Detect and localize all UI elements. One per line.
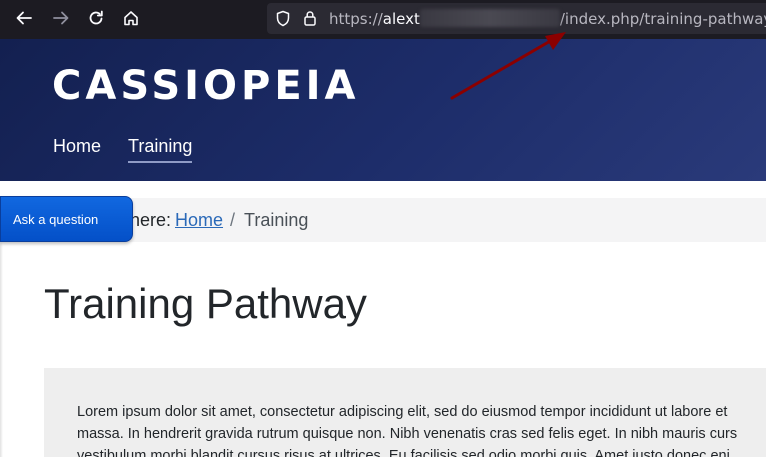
- url-path: /index.php/training-pathway: [559, 10, 766, 28]
- url-scheme: https://: [329, 10, 383, 28]
- breadcrumb-current: Training: [244, 210, 309, 230]
- content-line: massa. In hendrerit gravida rutrum quisq…: [77, 426, 738, 442]
- content-line: vestibulum morbi blandit cursus risus at…: [77, 448, 730, 457]
- reload-icon[interactable]: [84, 6, 108, 30]
- content-box: Lorem ipsum dolor sit amet, consectetur …: [44, 368, 766, 457]
- ask-question-button[interactable]: Ask a question: [0, 196, 133, 242]
- forward-arrow-icon[interactable]: [49, 6, 73, 30]
- main-menu: Home Training: [53, 136, 193, 163]
- menu-item-home[interactable]: Home: [53, 136, 101, 163]
- url-host: alext: [382, 10, 420, 28]
- browser-toolbar: https://alext/index.php/training-pathway: [0, 0, 766, 39]
- content-text: Lorem ipsum dolor sit amet, consectetur …: [77, 401, 766, 457]
- left-edge-shadow: [0, 242, 3, 457]
- breadcrumb-prefix: here:: [130, 210, 172, 230]
- url-bar[interactable]: https://alext/index.php/training-pathway: [267, 3, 766, 34]
- site-header: CASSIOPEIA Home Training: [0, 39, 766, 181]
- page-title: Training Pathway: [44, 280, 367, 327]
- lock-icon[interactable]: [303, 10, 317, 32]
- redacted-region: [419, 9, 560, 27]
- menu-item-training[interactable]: Training: [128, 136, 193, 163]
- url-text: https://alext/index.php/training-pathway: [329, 9, 766, 28]
- breadcrumb-separator: /: [230, 210, 236, 230]
- home-icon[interactable]: [119, 6, 143, 30]
- back-arrow-icon[interactable]: [12, 6, 36, 30]
- shield-icon[interactable]: [275, 10, 291, 32]
- content-line: Lorem ipsum dolor sit amet, consectetur …: [77, 404, 728, 420]
- breadcrumb-home-link[interactable]: Home: [175, 210, 223, 231]
- site-brand[interactable]: CASSIOPEIA: [52, 63, 360, 109]
